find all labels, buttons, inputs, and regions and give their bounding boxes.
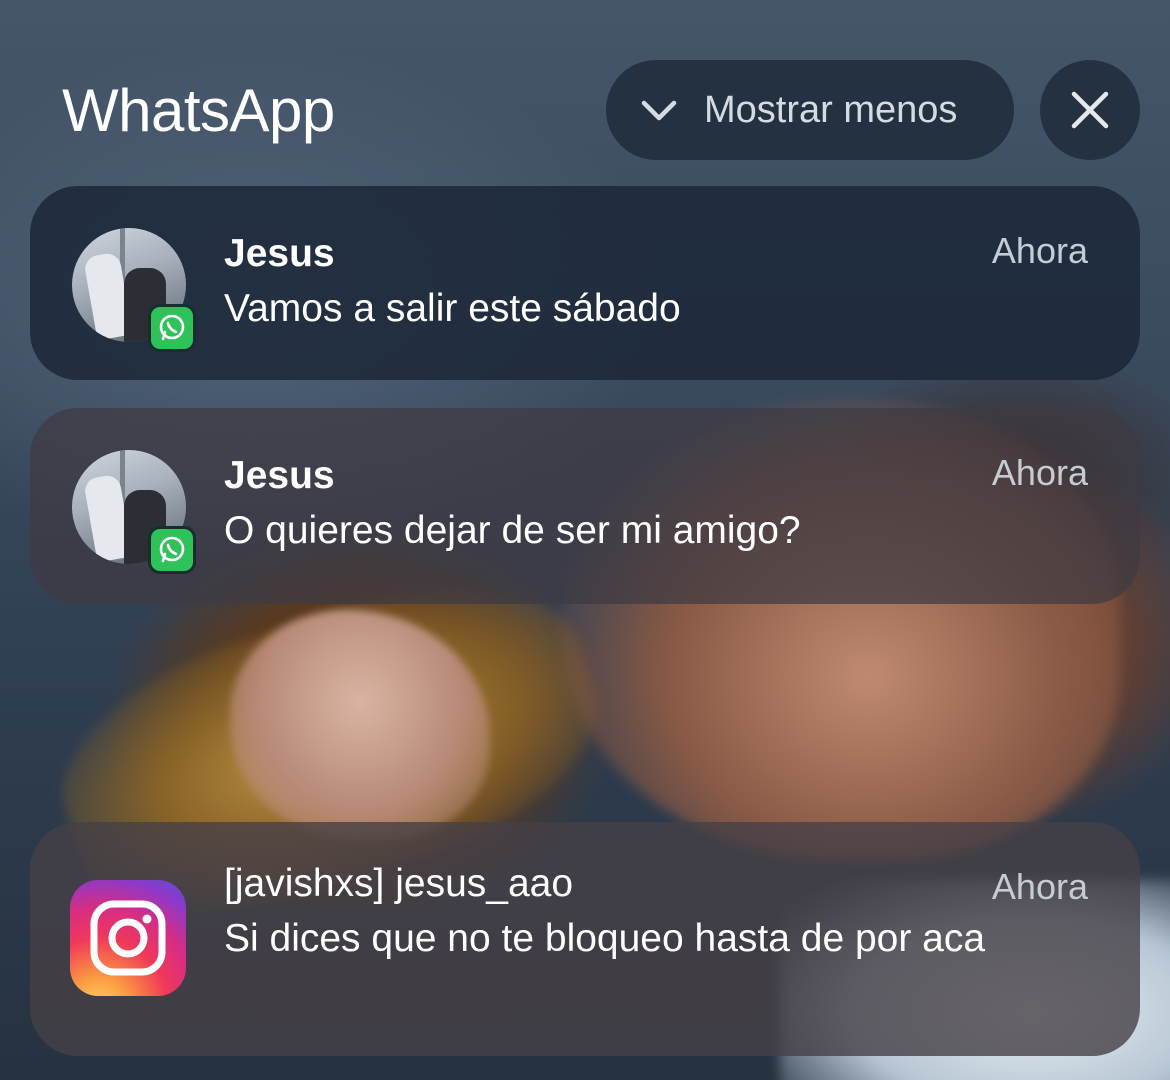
notification-message: Si dices que no te bloqueo hasta de por …	[224, 917, 986, 960]
whatsapp-icon	[148, 304, 196, 352]
notification-sender: Jesus	[224, 454, 335, 497]
notification-card[interactable]: [javishxs] jesus_aao Si dices que no te …	[30, 822, 1140, 1056]
notification-card[interactable]: Jesus Vamos a salir este sábado Ahora	[30, 186, 1140, 380]
notification-time: Ahora	[991, 230, 1088, 271]
notification-time: Ahora	[991, 452, 1088, 493]
chevron-down-icon	[641, 100, 677, 121]
notification-card[interactable]: Jesus O quieres dejar de ser mi amigo? A…	[30, 408, 1140, 604]
notification-group-title: WhatsApp	[62, 77, 335, 144]
instagram-icon	[70, 880, 186, 996]
close-icon	[1071, 91, 1109, 129]
show-less-button[interactable]: Mostrar menos	[606, 60, 1014, 160]
show-less-label: Mostrar menos	[704, 88, 958, 131]
clear-group-button[interactable]	[1040, 60, 1140, 160]
notification-message: O quieres dejar de ser mi amigo?	[224, 509, 801, 552]
notification-sender: [javishxs] jesus_aao	[224, 862, 574, 905]
whatsapp-icon	[148, 526, 196, 574]
notification-sender: Jesus	[224, 232, 335, 275]
notification-message: Vamos a salir este sábado	[224, 287, 681, 330]
notification-time: Ahora	[991, 866, 1088, 907]
